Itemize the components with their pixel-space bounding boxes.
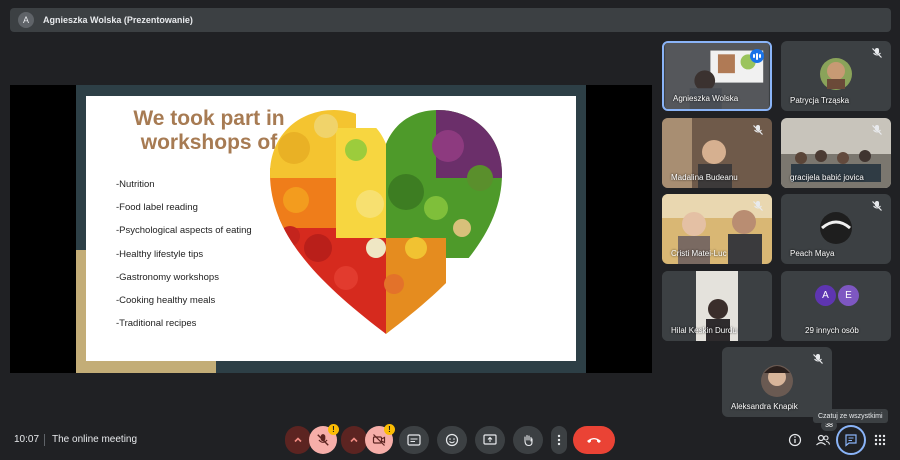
slide-heading-line1: We took part in — [133, 107, 285, 130]
chat-icon — [845, 434, 857, 447]
mic-off-icon — [872, 48, 882, 58]
participant-name: Madalina Budeanu — [671, 173, 738, 182]
participant-name: Cristi Matei-Luc — [671, 249, 727, 258]
reactions-button[interactable] — [437, 426, 467, 454]
end-call-icon — [587, 438, 601, 443]
mic-off-icon — [317, 434, 329, 446]
meeting-name: The online meeting — [52, 434, 138, 445]
presentation-stage: We took part in workshops of -Nutrition … — [10, 85, 652, 373]
participant-name: Peach Maya — [790, 249, 835, 258]
meeting-clock: 10:07 — [14, 434, 40, 445]
present-screen-button[interactable] — [475, 426, 505, 454]
slide-heading-line2: workshops of — [140, 130, 278, 154]
participant-tile[interactable]: Hilal Keskin Durdu — [662, 271, 772, 341]
chevron-up-icon — [350, 437, 358, 443]
participant-initial-avatar: E — [838, 285, 859, 306]
chevron-up-icon — [294, 437, 302, 443]
participant-tile[interactable]: Cristi Matei-Luc — [662, 194, 772, 264]
mic-off-icon — [753, 201, 763, 211]
mic-off-icon — [813, 354, 823, 364]
fruit-vegetable-heart-image — [270, 110, 502, 334]
other-participants-avatars: A E — [815, 285, 861, 306]
slide-bullet: -Healthy lifestyle tips — [116, 248, 204, 260]
participant-tile[interactable]: Madalina Budeanu — [662, 118, 772, 188]
participant-tile[interactable]: Peach Maya — [781, 194, 891, 264]
participant-tile[interactable]: Patrycja Trząska — [781, 41, 891, 111]
info-icon — [788, 433, 802, 447]
more-vert-icon — [557, 434, 561, 446]
participant-name: Patrycja Trząska — [790, 96, 850, 105]
participant-name: Agnieszka Wolska — [673, 94, 739, 103]
camera-warning-icon: ! — [384, 424, 395, 435]
speaking-indicator-icon — [750, 49, 764, 63]
participant-tile[interactable]: Aleksandra Knapik — [722, 347, 832, 417]
leave-call-button[interactable] — [573, 426, 615, 454]
chat-button[interactable] — [836, 425, 866, 455]
other-participants-count: 29 innych osób — [805, 326, 859, 335]
presenter-avatar: A — [18, 12, 34, 28]
participant-name: gracijela babić jovica — [790, 173, 864, 182]
participant-tile[interactable]: Agnieszka Wolska — [662, 41, 772, 111]
slide-bullet: -Nutrition — [116, 179, 155, 190]
apps-grid-icon — [874, 434, 886, 446]
slide-bullet: -Food label reading — [116, 202, 198, 214]
more-options-button[interactable] — [551, 426, 567, 454]
captions-button[interactable] — [399, 426, 429, 454]
people-button[interactable] — [814, 431, 832, 449]
captions-icon — [407, 434, 421, 446]
participant-initial-avatar: A — [815, 285, 836, 306]
participant-tile[interactable]: gracijela babić jovica — [781, 118, 891, 188]
video-options-button[interactable] — [341, 426, 367, 454]
slide-bullet: -Gastronomy workshops — [116, 271, 219, 283]
raise-hand-button[interactable] — [513, 426, 543, 454]
other-participants-tile[interactable]: A E 29 innych osób — [781, 271, 891, 341]
slide-bullet: -Cooking healthy meals — [116, 294, 216, 306]
mic-warning-icon: ! — [328, 424, 339, 435]
present-screen-icon — [483, 434, 497, 445]
audio-options-button[interactable] — [285, 426, 311, 454]
meet-window: A Agnieszka Wolska (Prezentowanie) We to… — [0, 0, 900, 460]
slide-heading: We took part in workshops of — [129, 107, 289, 155]
chat-tooltip: Czatuj ze wszystkimi — [813, 409, 888, 423]
activities-button[interactable] — [871, 431, 889, 449]
presenter-bar: A Agnieszka Wolska (Prezentowanie) — [10, 8, 891, 32]
people-icon — [816, 434, 831, 446]
slide-bullet: -Psychological aspects of eating — [116, 225, 252, 237]
presentation-slide: We took part in workshops of -Nutrition … — [76, 85, 586, 373]
mic-off-icon — [872, 201, 882, 211]
meeting-details-button[interactable] — [786, 431, 804, 449]
slide-bullet: -Traditional recipes — [116, 318, 197, 330]
slide-card: We took part in workshops of -Nutrition … — [86, 96, 576, 361]
participant-name: Aleksandra Knapik — [731, 402, 798, 411]
participant-name: Hilal Keskin Durdu — [671, 326, 737, 335]
raise-hand-icon — [524, 434, 533, 447]
camera-off-icon — [372, 434, 386, 446]
mic-off-icon — [872, 125, 882, 135]
mic-off-icon — [753, 125, 763, 135]
bottom-bar-divider — [44, 434, 45, 446]
slide-bullet-list: -Nutrition -Food label reading -Psycholo… — [116, 178, 252, 340]
presenter-title: Agnieszka Wolska (Prezentowanie) — [43, 15, 193, 25]
emoji-icon — [445, 433, 459, 447]
